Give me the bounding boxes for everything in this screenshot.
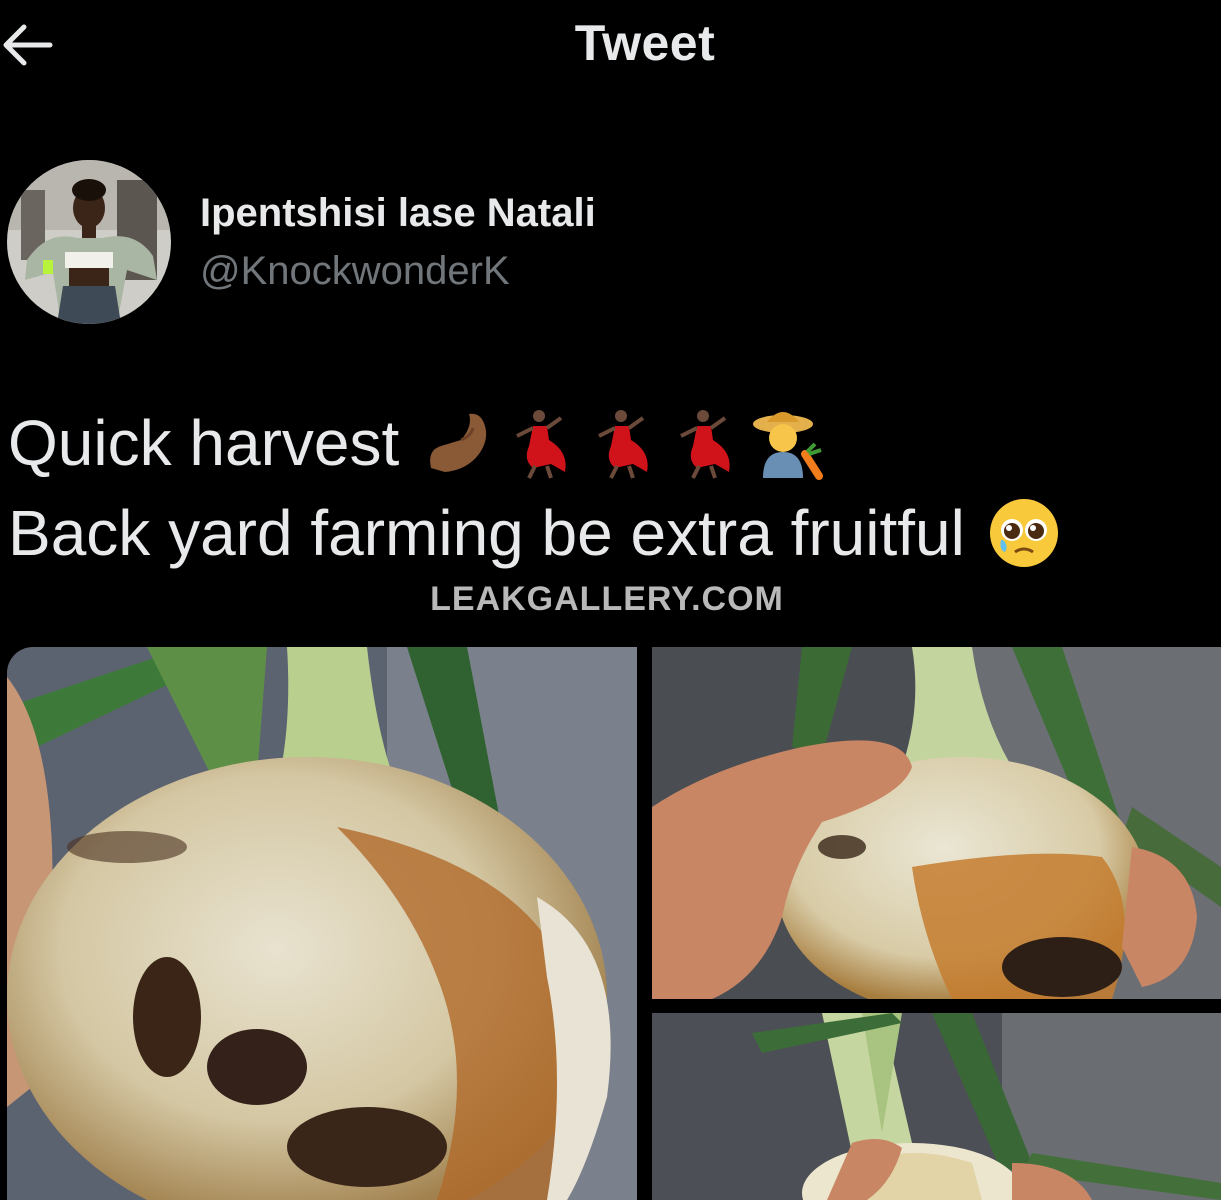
author-name[interactable]: Ipentshisi lase Natali: [200, 191, 596, 236]
farmer-emoji: [753, 412, 824, 480]
pinched-fingers-emoji: [430, 413, 487, 472]
page-title: Tweet: [574, 15, 716, 71]
pleading-face-emoji: [989, 499, 1058, 567]
dancer-emoji: [598, 410, 648, 479]
tweet-line-1: Quick harvest: [8, 398, 1208, 488]
avatar[interactable]: [7, 160, 171, 324]
onion-stem-photo: [652, 1013, 1221, 1200]
tweet-line-2: Back yard farming be extra fruitful: [8, 488, 1208, 578]
tweet-photo-3[interactable]: [652, 1013, 1221, 1200]
tweet-photo-1[interactable]: [7, 647, 637, 1200]
tweet-photo-2[interactable]: [652, 647, 1221, 999]
author-handle[interactable]: @KnockwonderK: [200, 249, 510, 294]
tweet-author: Ipentshisi lase Natali @KnockwonderK: [0, 155, 1221, 330]
onion-photo: [7, 647, 637, 1200]
dancer-emoji: [516, 410, 566, 479]
top-bar: Tweet: [0, 0, 1221, 100]
onion-in-hand-photo: [652, 647, 1221, 999]
tweet-text-line-2: Back yard farming be extra fruitful: [8, 497, 965, 569]
profile-photo: [7, 160, 171, 324]
dancer-emoji: [680, 410, 730, 479]
tweet-body: Quick harvest Back yard farming be extra…: [8, 398, 1208, 578]
watermark-text: LEAKGALLERY.COM: [430, 580, 784, 618]
tweet-text-line-1: Quick harvest: [8, 407, 400, 479]
media-grid: [7, 647, 1221, 1200]
